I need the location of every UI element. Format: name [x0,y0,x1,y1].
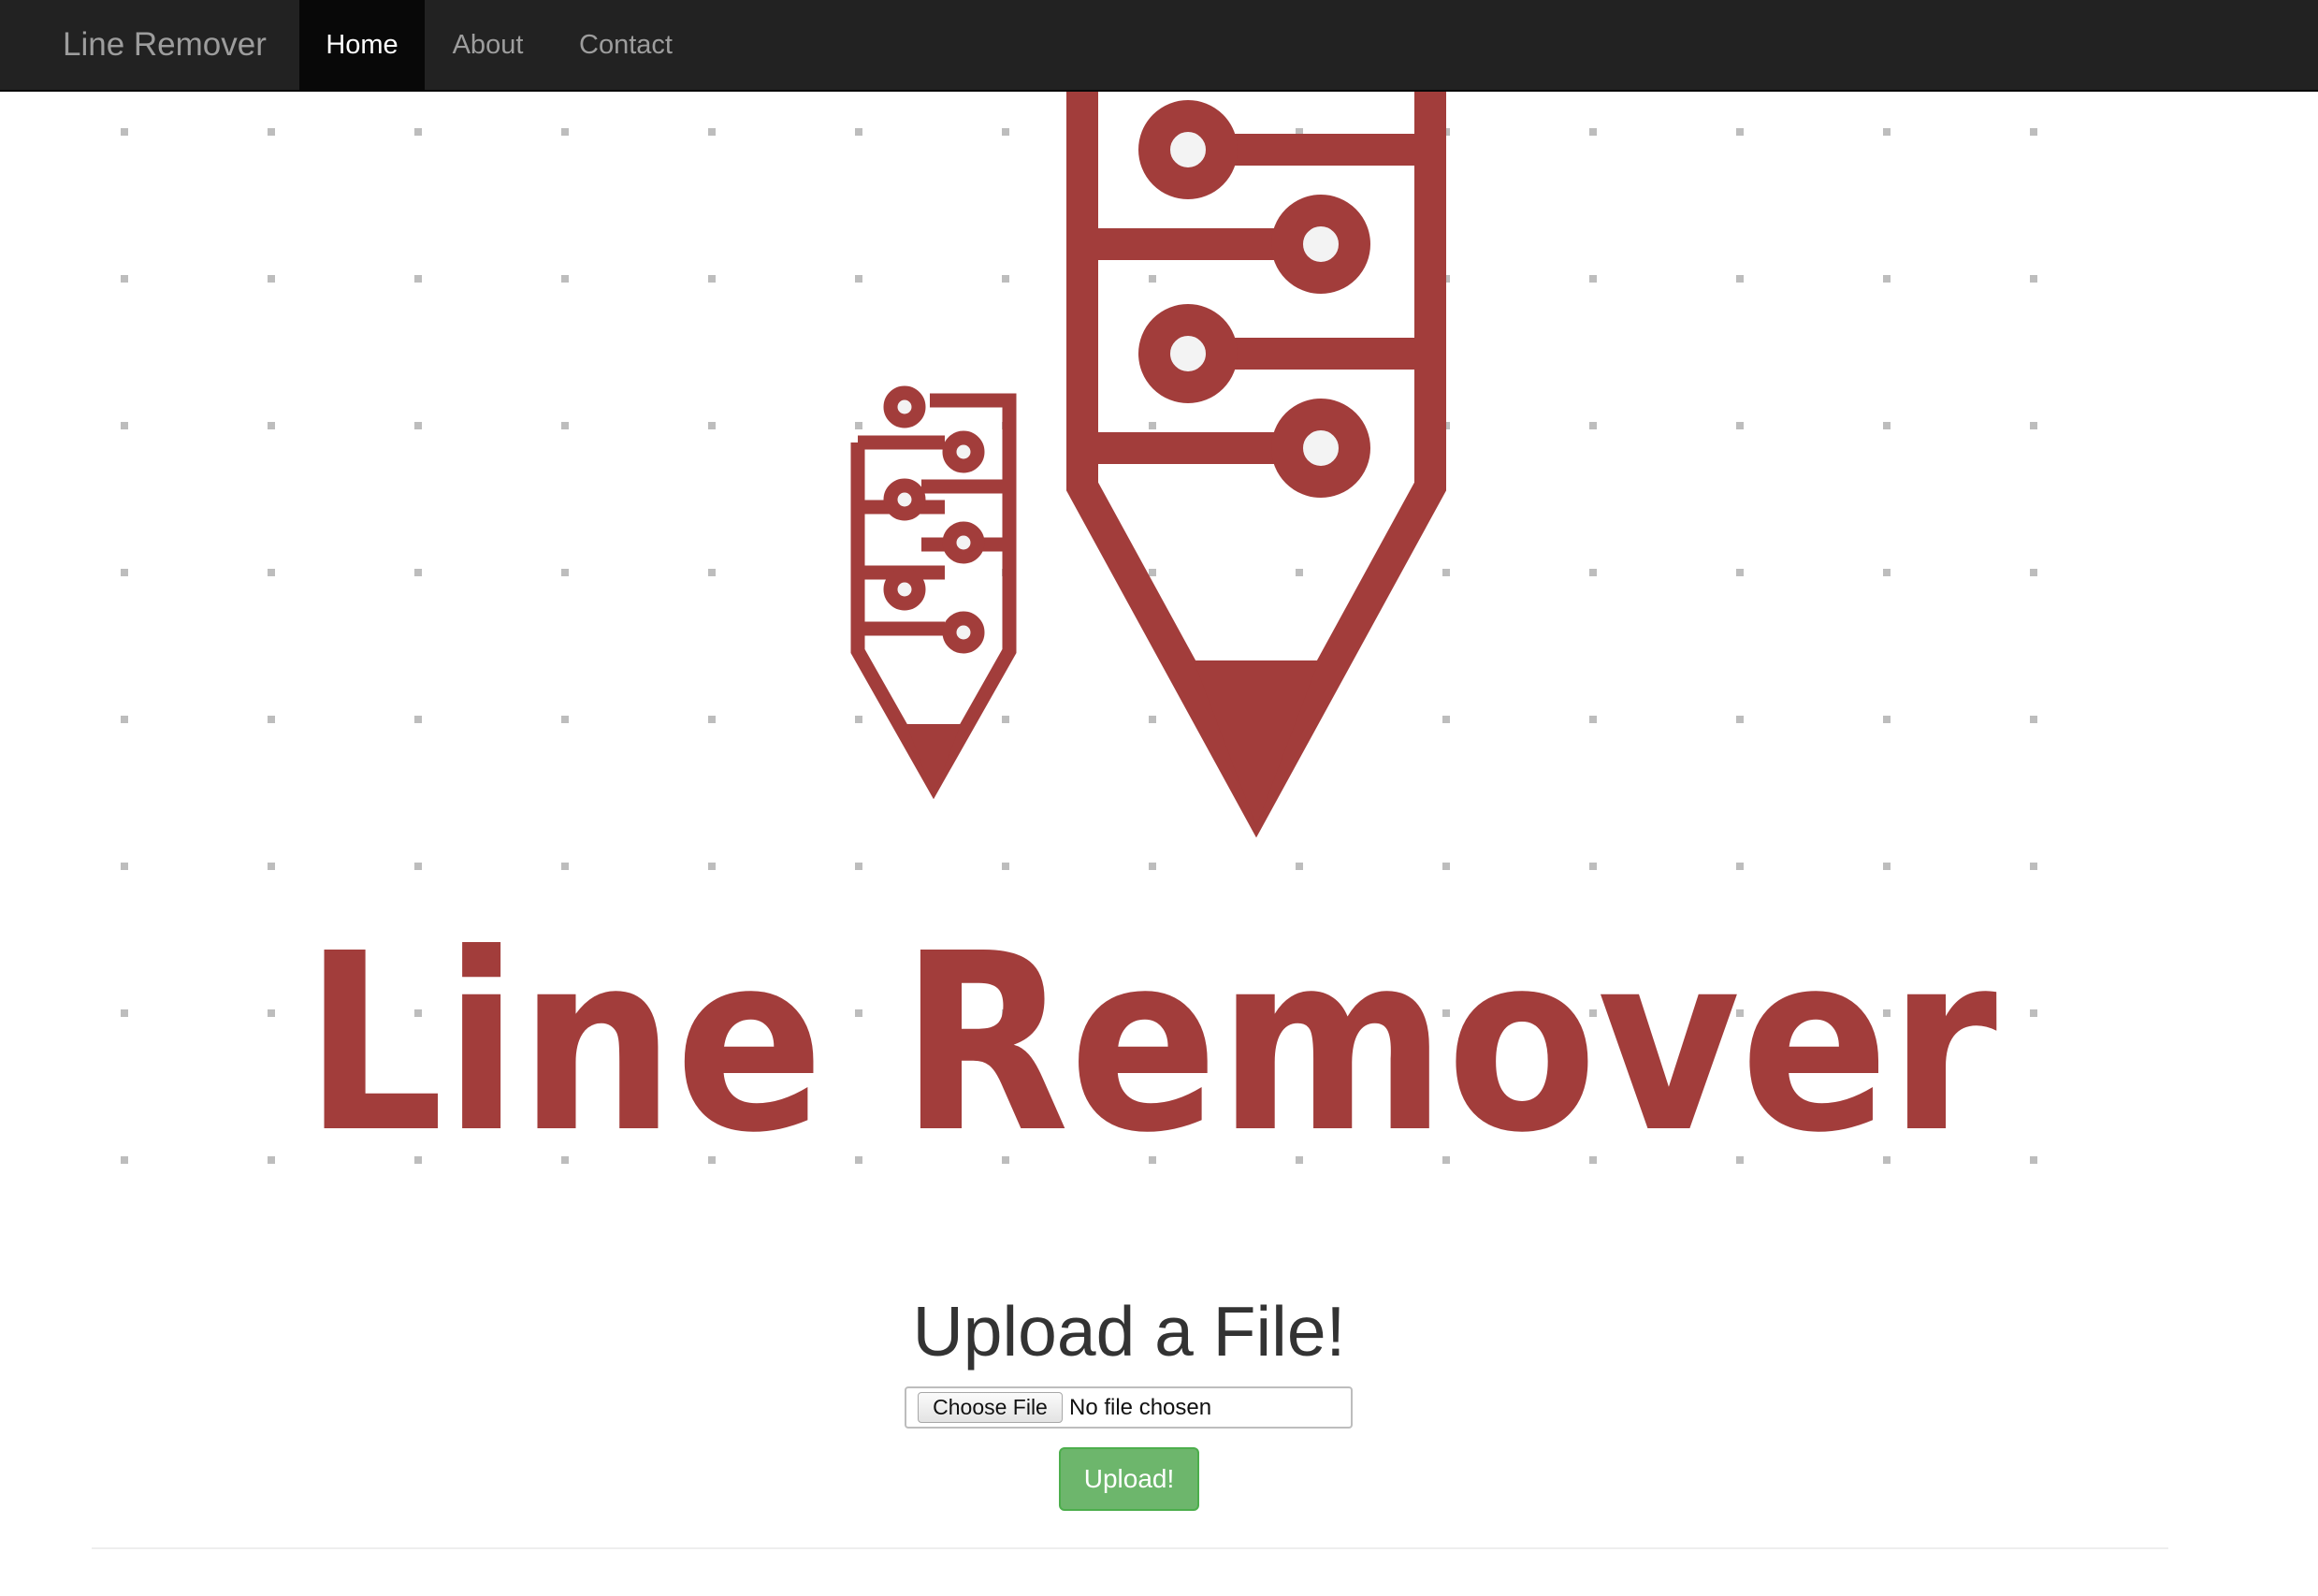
top-navbar: Line Remover Home About Contact [0,0,2318,92]
line-remover-logo: Line Remover [112,92,2039,1196]
nav-item-contact[interactable]: Contact [551,0,701,92]
file-input[interactable]: Choose File No file chosen [905,1386,1353,1429]
navbar-brand[interactable]: Line Remover [63,0,267,92]
choose-file-button[interactable]: Choose File [918,1392,1063,1423]
nav-item-about[interactable]: About [425,0,551,92]
nav-item-home[interactable]: Home [299,0,425,92]
hero-logo-banner: Line Remover [0,92,2318,1214]
footer-divider [92,1547,2168,1549]
upload-submit-button[interactable]: Upload! [1059,1447,1199,1511]
upload-heading: Upload a File! [912,1292,1346,1371]
logo-wordmark: Line Remover [304,901,1999,1186]
file-status-text: No file chosen [1069,1395,1212,1420]
